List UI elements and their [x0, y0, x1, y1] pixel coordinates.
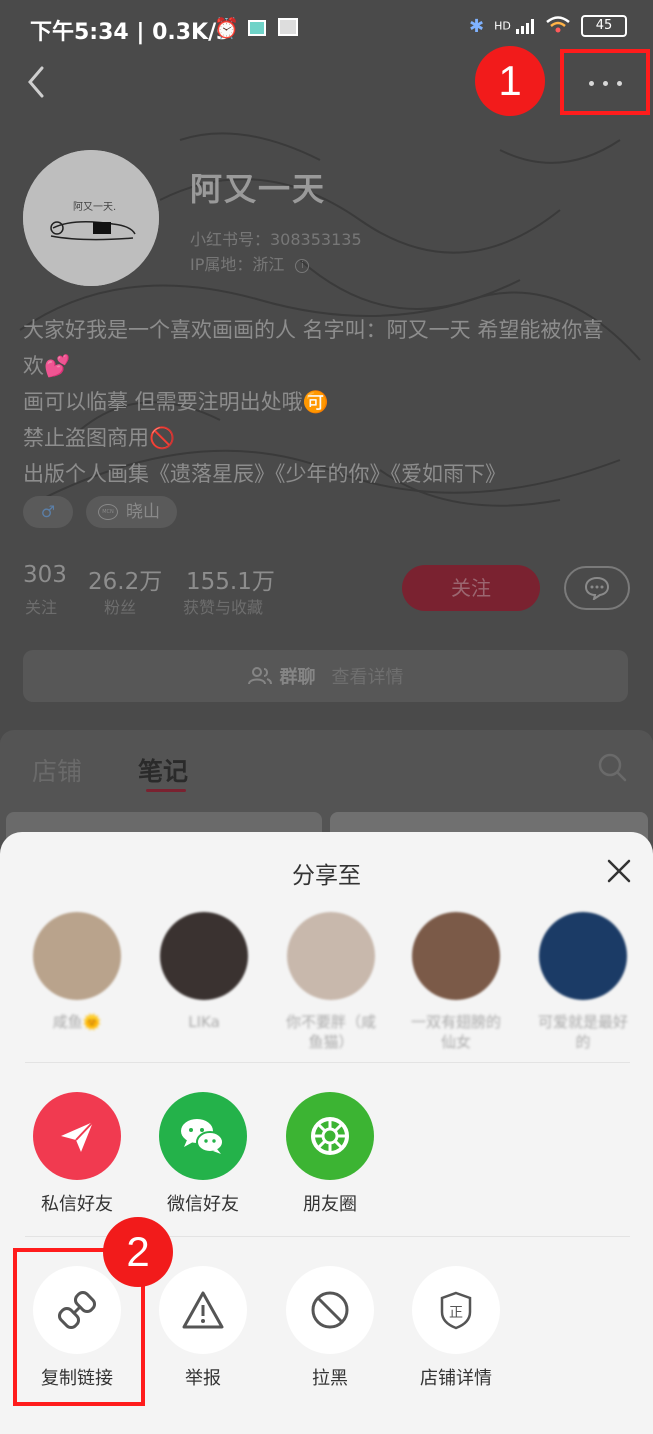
follow-button[interactable]: 关注: [402, 565, 540, 611]
stat-likes-label: 获赞与收藏: [183, 598, 264, 617]
battery-icon: 45: [581, 15, 627, 37]
share-target-label: 朋友圈: [303, 1194, 357, 1215]
stat-following-label: 关注: [25, 598, 58, 617]
recent-contact[interactable]: 你不要胖（咸鱼猫）: [281, 912, 381, 1052]
status-time: 下午5:34 | 0.3K/s: [30, 20, 230, 45]
action-label: 拉黑: [312, 1368, 348, 1389]
svg-text:阿又一天.: 阿又一天.: [73, 201, 116, 213]
link-icon: [33, 1266, 121, 1354]
callout-badge-1: 1: [475, 46, 545, 116]
share-sheet-title: 分享至: [292, 863, 361, 889]
signal-icon: HD: [494, 18, 535, 34]
group-icon: [247, 667, 272, 685]
action-label: 店铺详情: [420, 1368, 492, 1389]
bio-line: 大家好我是一个喜欢画画的人 名字叫：阿又一天 希望能被你喜: [23, 318, 604, 342]
chevron-left-icon: [28, 66, 44, 98]
recent-contact[interactable]: LIKa: [154, 912, 254, 1032]
share-sheet: 分享至 咸鱼🌞 LIKa 你不要胖（咸鱼猫） 一双有翅膀的仙女 可爱就是最好的 …: [0, 832, 653, 1434]
wifi-icon: [545, 14, 571, 38]
contact-avatar: [287, 912, 375, 1000]
recent-contact[interactable]: 可爱就是最好的: [533, 912, 633, 1052]
profile-name: 阿又一天: [190, 170, 327, 208]
stat-followers-count[interactable]: 26.2万: [88, 562, 162, 596]
report-button[interactable]: 举报: [143, 1266, 263, 1390]
wechat-icon: [159, 1092, 247, 1180]
mcn-label: 晓山: [126, 502, 160, 522]
search-icon[interactable]: [597, 752, 627, 782]
share-target-label: 私信好友: [41, 1194, 113, 1215]
action-label: 举报: [185, 1368, 221, 1389]
bio-line: 禁止盗图商用🚫: [23, 426, 176, 450]
close-button[interactable]: [604, 856, 634, 886]
gender-icon: ♂: [40, 502, 56, 521]
gender-tag: ♂: [23, 496, 73, 528]
app-notification-icon: [248, 20, 266, 36]
group-chat-bar[interactable]: 群聊 查看详情: [23, 650, 628, 702]
avatar-illustration: 阿又一天.: [23, 150, 159, 286]
group-chat-label: 群聊: [279, 667, 316, 688]
shop-badge-glyph: 正: [449, 1305, 463, 1321]
paper-plane-icon: [33, 1092, 121, 1180]
profile-avatar[interactable]: 阿又一天.: [23, 150, 159, 286]
divider: [25, 1062, 630, 1063]
bluetooth-icon: ✱: [469, 15, 485, 37]
tab-shop[interactable]: 店铺: [32, 752, 82, 788]
bio-line: 画可以临摹 但需要注明出处哦🉑: [23, 390, 329, 414]
gallery-notification-icon: [278, 18, 298, 36]
share-wechat-button[interactable]: 微信好友: [143, 1092, 263, 1216]
profile-bio: 大家好我是一个喜欢画画的人 名字叫：阿又一天 希望能被你喜 欢💕 画可以临摹 但…: [23, 312, 633, 492]
share-moments-button[interactable]: 朋友圈: [270, 1092, 390, 1216]
more-options-button[interactable]: [566, 56, 644, 110]
chat-bubble-icon: [584, 576, 610, 600]
battery-level: 45: [595, 18, 613, 33]
group-detail-link: 查看详情: [331, 667, 404, 688]
contact-name: LIKa: [188, 1013, 220, 1031]
recent-contact[interactable]: 咸鱼🌞: [27, 912, 127, 1032]
block-icon: [286, 1266, 374, 1354]
ip-location-text: IP属地：浙江: [190, 255, 285, 274]
mcn-icon: MCN: [98, 504, 118, 520]
contact-avatar: [160, 912, 248, 1000]
close-icon: [607, 859, 631, 883]
callout-badge-2: 2: [103, 1217, 173, 1287]
stat-following-count[interactable]: 303: [23, 562, 67, 588]
stat-followers-label: 粉丝: [104, 598, 137, 617]
contact-avatar: [539, 912, 627, 1000]
profile-ip-location: IP属地：浙江 i: [190, 251, 310, 275]
mcn-tag[interactable]: MCN 晓山: [86, 496, 177, 528]
contact-name: 你不要胖（咸鱼猫）: [285, 1013, 376, 1051]
stat-likes-count[interactable]: 155.1万: [186, 562, 275, 596]
status-indicators: ✱ HD 45: [469, 14, 627, 38]
profile-id: 小红书号：308353135: [190, 230, 362, 249]
back-button[interactable]: [20, 62, 54, 102]
copy-link-button[interactable]: 复制链接: [17, 1266, 137, 1390]
contact-name: 可爱就是最好的: [537, 1013, 628, 1051]
info-icon[interactable]: i: [295, 258, 310, 273]
tab-notes[interactable]: 笔记: [138, 752, 188, 788]
shop-badge-icon: 正: [412, 1266, 500, 1354]
contact-name: 咸鱼🌞: [52, 1013, 102, 1031]
message-button[interactable]: [564, 566, 630, 610]
alarm-icon: ⏰: [214, 16, 239, 40]
share-private-message-button[interactable]: 私信好友: [17, 1092, 137, 1216]
tab-active-indicator: [146, 789, 186, 792]
moments-icon: [286, 1092, 374, 1180]
content-tabs: 店铺 笔记: [0, 730, 653, 852]
block-button[interactable]: 拉黑: [270, 1266, 390, 1390]
warning-icon: [159, 1266, 247, 1354]
contact-name: 一双有翅膀的仙女: [410, 1013, 501, 1051]
share-target-label: 微信好友: [167, 1194, 239, 1215]
contact-avatar: [412, 912, 500, 1000]
contact-avatar: [33, 912, 121, 1000]
network-label: HD: [494, 19, 511, 33]
action-label: 复制链接: [41, 1368, 113, 1389]
bio-line: 欢💕: [23, 354, 71, 378]
status-bar: 下午5:34 | 0.3K/s ⏰ ✱ HD 45: [0, 0, 653, 56]
recent-contact[interactable]: 一双有翅膀的仙女: [406, 912, 506, 1052]
shop-details-button[interactable]: 正 店铺详情: [396, 1266, 516, 1390]
bio-line: 出版个人画集《遗落星辰》《少年的你》《爱如雨下》: [23, 462, 506, 486]
more-dots-icon: [588, 80, 622, 86]
